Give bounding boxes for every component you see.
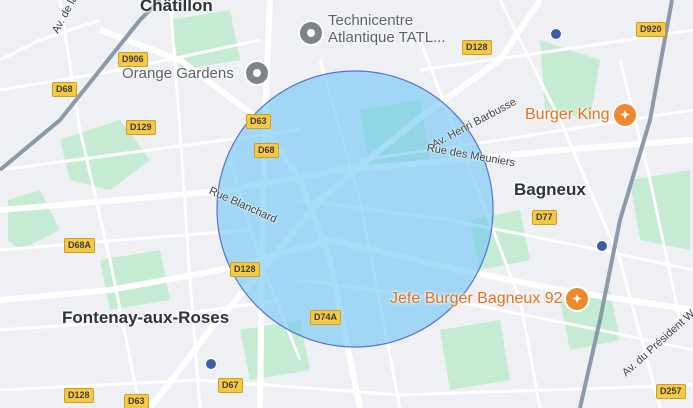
- poi-orange-gardens-label[interactable]: Orange Gardens: [122, 65, 234, 82]
- road-shield-d920: D920: [636, 22, 666, 37]
- road-shield-d128: D128: [64, 388, 94, 403]
- map-base-layer: [0, 0, 693, 408]
- metro-station-icon[interactable]: [550, 28, 562, 40]
- place-fontenay-aux-roses[interactable]: Fontenay-aux-Roses: [62, 308, 229, 328]
- road-shield-d77: D77: [532, 210, 557, 225]
- restaurant-icon[interactable]: ✦: [566, 288, 588, 310]
- metro-station-icon[interactable]: [596, 240, 608, 252]
- poi-jefe-burger-label[interactable]: Jefe Burger Bagneux 92: [390, 290, 563, 308]
- poi-technicentre-line2: Atlantique TATL...: [328, 29, 446, 46]
- road-shield-d68a: D68A: [64, 238, 96, 253]
- poi-technicentre-label[interactable]: Technicentre Atlantique TATL...: [328, 12, 446, 46]
- map-canvas[interactable]: Châtillon Bagneux Fontenay-aux-Roses Tec…: [0, 0, 693, 408]
- poi-technicentre-line1: Technicentre: [328, 12, 414, 29]
- road-shield-d257: D257: [656, 384, 686, 399]
- restaurant-icon[interactable]: ✦: [614, 104, 636, 126]
- poi-orange-gardens-icon[interactable]: [246, 62, 268, 84]
- road-shield-d63: D63: [124, 394, 149, 408]
- poi-burger-king-label[interactable]: Burger King: [525, 106, 610, 124]
- road-shield-d68: D68: [52, 82, 77, 97]
- place-bagneux[interactable]: Bagneux: [514, 180, 586, 200]
- place-chatillon[interactable]: Châtillon: [140, 0, 213, 16]
- road-shield-d67: D67: [218, 378, 243, 393]
- metro-station-icon[interactable]: [205, 358, 217, 370]
- road-shield-d128: D128: [230, 262, 260, 277]
- road-shield-d68: D68: [254, 143, 279, 158]
- road-shield-d129: D129: [126, 120, 156, 135]
- road-shield-d74a: D74A: [310, 310, 342, 325]
- road-shield-d128: D128: [462, 40, 492, 55]
- road-shield-d906: D906: [118, 52, 148, 67]
- road-shield-d63: D63: [246, 114, 271, 129]
- poi-technicentre-icon[interactable]: [300, 22, 322, 44]
